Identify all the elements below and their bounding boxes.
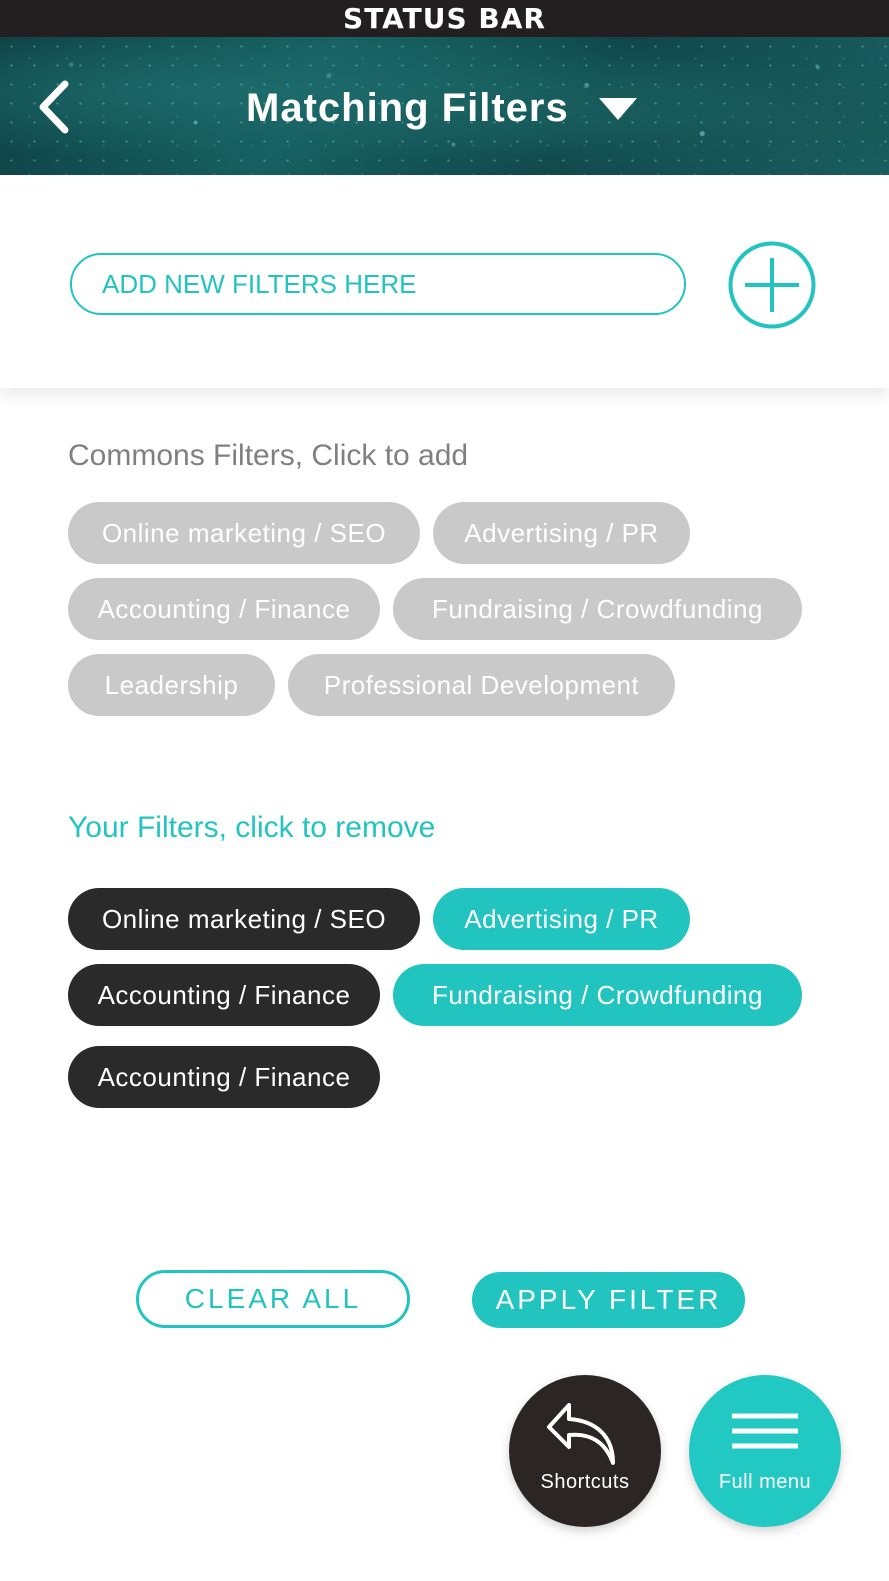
- clear-all-button[interactable]: CLEAR ALL: [136, 1270, 410, 1328]
- chevron-left-icon: [39, 80, 69, 134]
- common-filter-chip[interactable]: Advertising / PR: [433, 502, 690, 564]
- back-button[interactable]: [32, 77, 76, 137]
- caret-down-icon[interactable]: [597, 95, 639, 123]
- status-bar: STATUS BAR: [0, 0, 889, 37]
- common-filter-chip[interactable]: Leadership: [68, 654, 275, 716]
- selected-filter-chip[interactable]: Accounting / Finance: [68, 1046, 380, 1108]
- common-filter-chip[interactable]: Fundraising / Crowdfunding: [393, 578, 802, 640]
- common-filters-heading: Commons Filters, Click to add: [68, 439, 469, 472]
- selected-filter-chip[interactable]: Fundraising / Crowdfunding: [393, 964, 802, 1026]
- common-filter-chip[interactable]: Online marketing / SEO: [68, 502, 420, 564]
- selected-filter-chip[interactable]: Accounting / Finance: [68, 964, 380, 1026]
- selected-filter-chip[interactable]: Advertising / PR: [433, 888, 690, 950]
- shortcuts-label: Shortcuts: [540, 1471, 630, 1493]
- add-filter-input[interactable]: [70, 253, 686, 315]
- common-filter-chip[interactable]: Accounting / Finance: [68, 578, 380, 640]
- apply-filter-button[interactable]: APPLY FILTER: [472, 1272, 745, 1328]
- full-menu-button[interactable]: Full menu: [689, 1375, 841, 1527]
- full-menu-label: Full menu: [718, 1471, 812, 1493]
- header-banner: Matching Filters: [0, 37, 889, 175]
- your-filters-heading: Your Filters, click to remove: [68, 811, 436, 844]
- shortcuts-button[interactable]: Shortcuts: [509, 1375, 661, 1527]
- plus-circle-icon[interactable]: [728, 241, 816, 329]
- common-filter-chip[interactable]: Professional Development: [288, 654, 675, 716]
- hamburger-icon: [732, 1413, 798, 1449]
- selected-filter-chip[interactable]: Online marketing / SEO: [68, 888, 420, 950]
- page-title: Matching Filters: [246, 86, 569, 130]
- reply-arrow-icon: [547, 1403, 615, 1465]
- status-bar-label: STATUS BAR: [343, 2, 546, 35]
